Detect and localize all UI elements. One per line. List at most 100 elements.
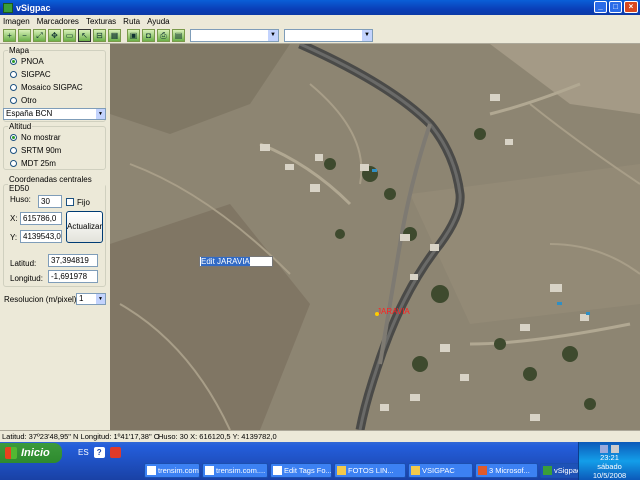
x-label: X: [10, 214, 18, 223]
menu-texturas[interactable]: Texturas [86, 17, 116, 26]
huso-value: 30 [41, 197, 50, 206]
folder-icon [411, 466, 420, 475]
browser-icon [147, 466, 156, 475]
clock-time[interactable]: 23:21 [579, 453, 640, 462]
task-buttons: trensim.com.... trensim.com.... Edit Tag… [144, 463, 588, 478]
info-icon[interactable]: ▤ [172, 28, 185, 42]
pan-icon[interactable]: ✥ [48, 28, 61, 42]
task-button[interactable]: FOTOS LIN... [334, 463, 406, 478]
pointer-icon[interactable]: ↖ [78, 28, 91, 42]
network-icon[interactable] [600, 445, 608, 453]
radio-mdt[interactable]: MDT 25m [10, 159, 56, 168]
chevron-down-icon: ▼ [96, 294, 105, 304]
y-field[interactable]: 4139543,0 [20, 230, 62, 243]
radio-no-mostrar[interactable]: No mostrar [10, 133, 61, 142]
minimize-button[interactable]: _ [594, 1, 607, 13]
zoom-in-icon[interactable]: + [3, 28, 16, 42]
chevron-down-icon: ▼ [362, 29, 372, 41]
task-button[interactable]: Edit Tags Fo... [270, 463, 332, 478]
map-source-value: España BCN [6, 109, 53, 118]
radio-mosaico-sigpac[interactable]: Mosaico SIGPAC [10, 83, 83, 92]
save-icon[interactable]: ▣ [127, 28, 140, 42]
aerial-map[interactable]: Edit JARAVIA JARAVIA [110, 44, 640, 430]
browser-icon [205, 466, 214, 475]
longitude-field[interactable]: -1,691978 [48, 270, 98, 283]
radio-dot [10, 84, 17, 91]
zoom-out-icon[interactable]: − [18, 28, 31, 42]
resolution-select[interactable]: 1 ▼ [76, 293, 106, 305]
radio-otro[interactable]: Otro [10, 96, 37, 105]
map-marker-icon[interactable] [375, 312, 379, 316]
print-icon[interactable]: ⎙ [157, 28, 170, 42]
actualizar-button[interactable]: Actualizar [66, 211, 103, 243]
lon-value: -1,691978 [51, 272, 88, 281]
huso-field[interactable]: 30 [38, 195, 62, 208]
x-value: 615786,0 [23, 214, 57, 223]
radio-label: SRTM 90m [21, 146, 62, 155]
lon-label: Longitud: [10, 274, 43, 283]
photo-icon[interactable]: ◘ [142, 28, 155, 42]
menu-ayuda[interactable]: Ayuda [147, 17, 170, 26]
close-button[interactable]: × [624, 1, 638, 13]
x-field[interactable]: 615786,0 [20, 212, 62, 225]
tray-icons [579, 445, 640, 453]
radio-label: No mostrar [21, 133, 61, 142]
volume-icon[interactable] [611, 445, 619, 453]
menu-ruta[interactable]: Ruta [123, 17, 140, 26]
app-quicklaunch-icon[interactable] [109, 447, 121, 458]
marker-label: JARAVIA [377, 307, 410, 316]
task-label: Edit Tags Fo... [284, 466, 332, 475]
help-icon[interactable]: ? [93, 447, 105, 458]
status-bar: Latitud: 37º23'48,95" N Longitud: 1º41'1… [0, 430, 640, 442]
browser-icon [273, 466, 282, 475]
map-source-select[interactable]: España BCN ▼ [3, 108, 106, 120]
select-icon[interactable]: ▭ [63, 28, 76, 42]
radio-dot [10, 97, 17, 104]
toolbar-combo-1[interactable]: ▼ [190, 28, 279, 42]
task-button[interactable]: trensim.com.... [202, 463, 268, 478]
radio-label: Otro [21, 96, 37, 105]
left-panel: Mapa PNOA SIGPAC Mosaico SIGPAC Otro Esp… [0, 44, 110, 430]
toolbar-combo-2[interactable]: ▼ [284, 28, 373, 42]
radio-sigpac[interactable]: SIGPAC [10, 70, 51, 79]
start-button[interactable]: Inicio [0, 443, 62, 463]
radio-label: SIGPAC [21, 70, 51, 79]
edit-label-field[interactable]: Edit JARAVIA [199, 256, 273, 267]
measure-icon[interactable]: ⊟ [93, 28, 106, 42]
status-utm: Huso: 30 X: 616120,5 Y: 4139782,0 [158, 432, 277, 441]
toolbar: + − ⤢ ✥ ▭ ↖ ⊟ ▦ ▣ ◘ ⎙ ▤ ▼ ▼ [0, 27, 640, 44]
clock-date: 10/5/2008 [592, 471, 627, 480]
radio-srtm[interactable]: SRTM 90m [10, 146, 61, 155]
radio-pnoa[interactable]: PNOA [10, 57, 44, 66]
lat-label: Latitud: [10, 259, 37, 268]
task-label: FOTOS LIN... [348, 466, 394, 475]
language-indicator[interactable]: ES [78, 448, 89, 457]
radio-dot [10, 58, 17, 65]
menu-imagen[interactable]: Imagen [3, 17, 30, 26]
task-label: vSigpac [554, 466, 581, 475]
task-button[interactable]: 3 Microsof... [475, 463, 538, 478]
office-icon [478, 466, 487, 475]
fijo-checkbox[interactable] [66, 198, 74, 206]
radio-dot [10, 160, 17, 167]
radio-dot [10, 147, 17, 154]
radio-dot [10, 71, 17, 78]
zoom-extent-icon[interactable]: ⤢ [33, 28, 46, 42]
task-button[interactable]: trensim.com.... [144, 463, 200, 478]
grid-icon[interactable]: ▦ [108, 28, 121, 42]
system-tray: 23:21 sábado 10/5/2008 [578, 442, 640, 480]
quick-launch: ES ? [78, 447, 121, 458]
lat-value: 37,394819 [51, 256, 89, 265]
windows-taskbar: Inicio ES ? trensim.com.... trensim.com.… [0, 442, 640, 480]
altitud-legend: Altitud [9, 122, 32, 131]
chevron-down-icon: ▼ [268, 29, 278, 41]
maximize-button[interactable]: □ [609, 1, 622, 13]
y-label: Y: [10, 233, 18, 242]
huso-label: Huso: [10, 195, 31, 204]
y-value: 4139543,0 [23, 232, 61, 241]
task-label: VSIGPAC [422, 466, 455, 475]
latitude-field[interactable]: 37,394819 [48, 254, 98, 267]
app-icon [3, 2, 13, 13]
task-button[interactable]: VSIGPAC [408, 463, 473, 478]
menu-marcadores[interactable]: Marcadores [37, 17, 79, 26]
